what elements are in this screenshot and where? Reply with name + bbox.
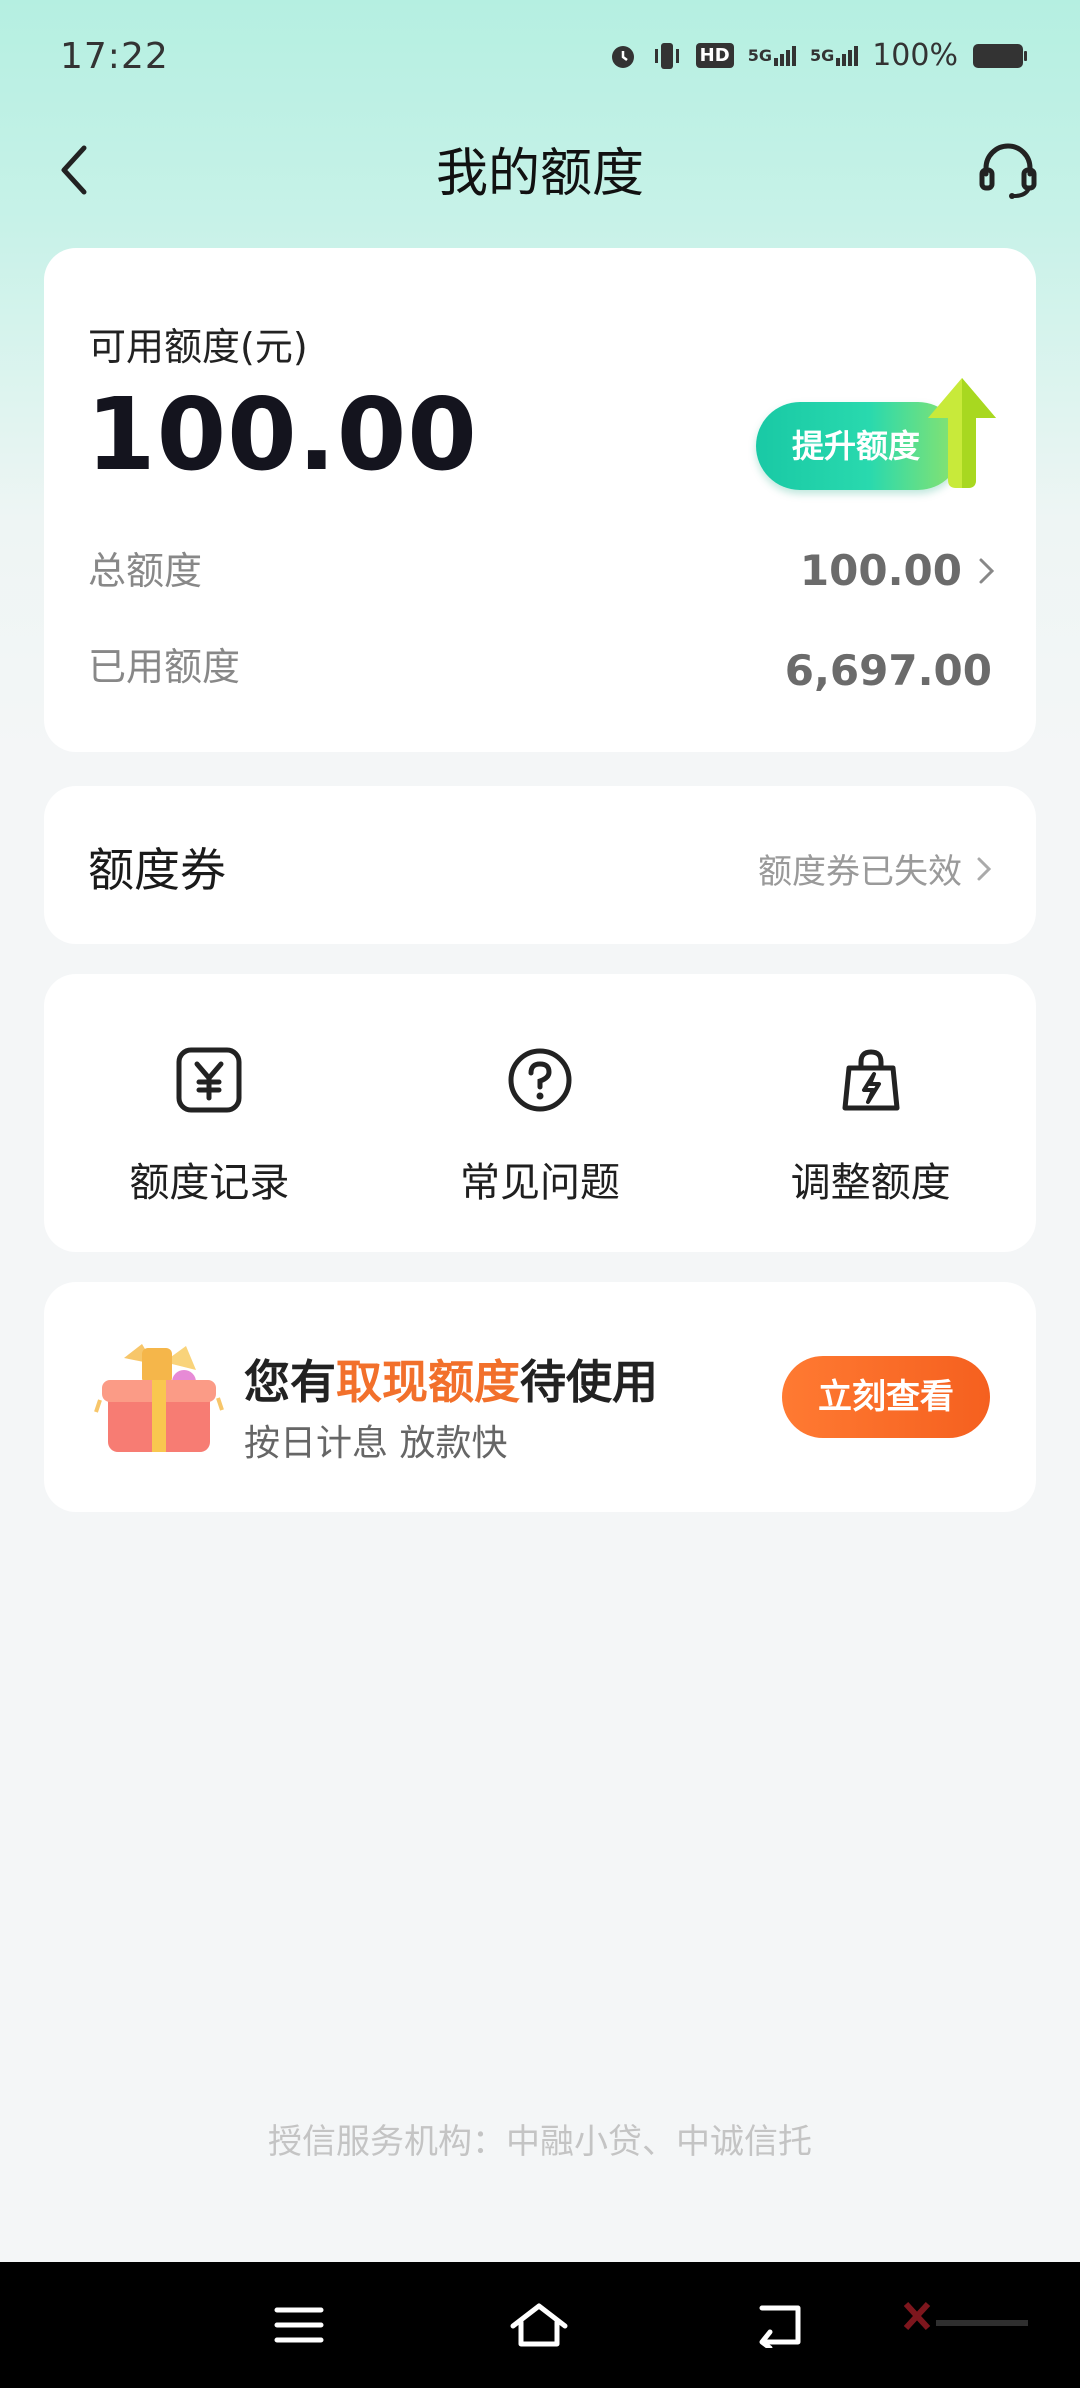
raise-limit-button[interactable]: 提升额度 [756,378,996,508]
nav-back-button[interactable] [734,2286,824,2364]
page-title: 我的额度 [435,144,644,204]
total-limit-row[interactable]: 100.00 [800,546,996,595]
nav-menu-button[interactable] [254,2286,344,2364]
watermark-logo [903,2301,1028,2331]
coupon-status-text: 额度券已失效 [758,852,962,892]
yen-receipt-icon [173,1044,245,1116]
network-type-label: 5G [809,45,835,65]
question-circle-icon [504,1044,576,1116]
credit-summary-card: 可用额度(元) 100.00 提升额度 总额度 100.00 已用额度 6,69… [44,248,1036,752]
status-bar: 17:22 HD 5G 5G 100% [0,0,1080,116]
available-credit-amount: 100.00 [86,376,478,493]
up-arrow-icon [928,378,996,488]
hd-icon: HD [695,43,734,68]
navbar: 我的额度 [0,116,1080,236]
action-faq[interactable]: 常见问题 [375,974,706,1252]
coupon-status: 额度券已失效 [758,844,992,893]
coupon-row[interactable]: 额度券 额度券已失效 [44,786,1036,944]
chevron-right-icon [979,558,995,583]
action-label: 额度记录 [129,1160,290,1206]
coupon-title: 额度券 [88,843,226,897]
raise-limit-label: 提升额度 [792,427,921,465]
status-icons: HD 5G 5G 100% [608,38,1028,73]
menu-icon [274,2307,324,2343]
promo-title: 您有取现额度待使用 [244,1346,658,1412]
cash-promo-card[interactable]: 您有取现额度待使用 按日计息 放款快 立刻查看 [44,1282,1036,1512]
lightning-bag-icon [835,1044,907,1116]
used-limit-value: 6,697.00 [784,646,992,695]
status-time: 17:22 [60,36,169,77]
action-credit-records[interactable]: 额度记录 [44,974,375,1252]
headset-icon [979,143,1037,199]
promo-title-suffix: 待使用 [520,1355,658,1409]
nav-home-button[interactable] [494,2286,584,2364]
action-adjust-limit[interactable]: 调整额度 [705,974,1036,1252]
credit-institution-note: 授信服务机构：中融小贷、中诚信托 [268,2122,812,2162]
action-label: 调整额度 [790,1160,951,1206]
customer-service-button[interactable] [966,128,1050,212]
system-nav-bar [0,2262,1080,2388]
chevron-right-icon [977,857,992,880]
action-label: 常见问题 [460,1160,620,1206]
signal-5g-icon: 5G [747,45,796,66]
signal-5g-icon: 5G [809,45,859,66]
promo-title-highlight: 取现额度 [336,1355,520,1409]
network-type-label: 5G [747,45,772,65]
promo-title-prefix: 您有 [244,1355,336,1409]
home-icon [510,2303,568,2347]
view-now-button[interactable]: 立刻查看 [782,1356,990,1438]
available-credit-label: 可用额度(元) [88,325,308,369]
promo-subtitle: 按日计息 放款快 [244,1423,508,1464]
quick-actions-card: 额度记录 常见问题 调整额度 [44,974,1036,1252]
battery-icon [973,43,1027,68]
vibrate-icon [654,42,679,69]
back-arrow-icon [759,2305,801,2348]
total-limit-label: 总额度 [88,549,203,593]
total-limit-value: 100.00 [799,546,962,595]
battery-percent: 100% [872,38,958,73]
used-limit-label: 已用额度 [88,645,241,689]
gift-box-icon [94,1344,224,1452]
alarm-icon [611,45,634,68]
